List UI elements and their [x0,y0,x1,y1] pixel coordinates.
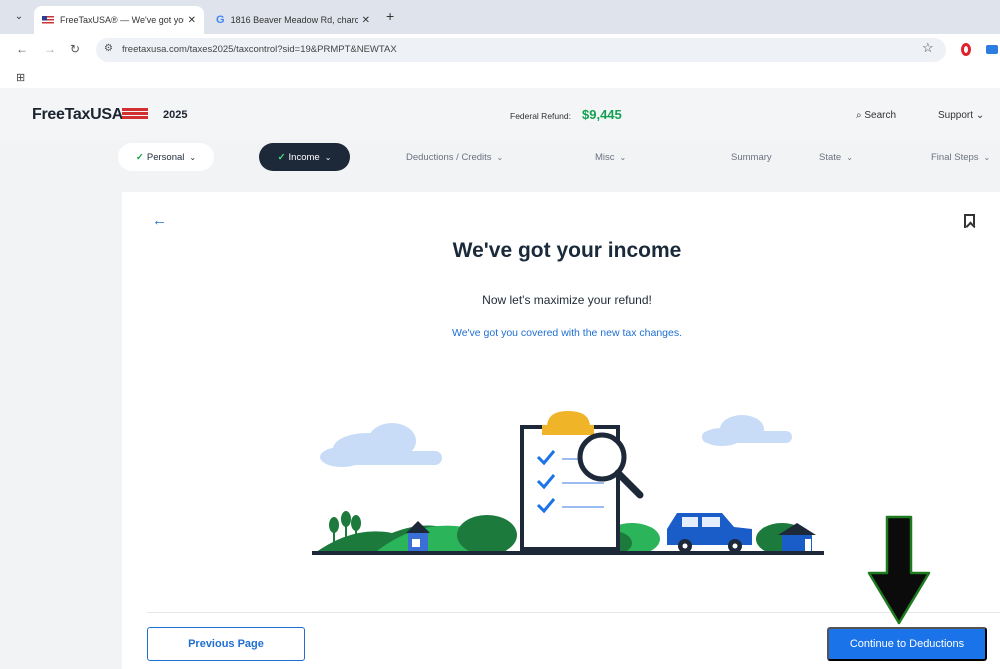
new-tab-icon[interactable]: + [386,8,394,24]
url-text[interactable]: freetaxusa.com/taxes2025/taxcontrol?sid=… [122,44,397,55]
step-label: Summary [731,151,772,163]
forward-icon[interactable]: → [44,42,56,56]
chevron-down-icon: ⌄ [619,152,627,162]
tab-title: FreeTaxUSA® — We've got you [60,15,184,25]
tab-search-chevron-icon[interactable]: ⌄ [10,8,28,26]
support-label: Support [938,110,974,121]
site-settings-icon[interactable]: ⚙ [104,43,113,54]
step-deductions-credits[interactable]: Deductions / Credits ⌄ [406,143,503,171]
bookmarks-bar: ⊞ [0,66,1000,88]
chevron-down-icon: ⌄ [975,110,985,121]
refund-value: $9,445 [582,107,622,122]
apps-grid-icon[interactable]: ⊞ [16,71,25,84]
income-illustration [312,411,824,555]
browser-address-bar: ← → ↻ ⚙ freetaxusa.com/taxes2025/taxcont… [0,34,1000,66]
page-subtitle: Now let's maximize your refund! [482,293,652,307]
bookmark-icon[interactable] [964,214,975,228]
chevron-down-icon: ⌄ [189,152,197,162]
page-title: We've got your income [452,239,682,262]
step-state[interactable]: State ⌄ [819,143,853,171]
opera-extension-icon[interactable] [961,43,971,56]
us-flag-icon [42,15,54,25]
support-menu[interactable]: Support ⌄ [938,110,984,121]
step-label: Misc [595,151,615,163]
bookmark-star-icon[interactable]: ☆ [922,40,934,56]
search-label: Search [864,110,897,121]
step-label: Personal [146,151,185,163]
refund-label: Federal Refund: [510,111,571,121]
previous-page-button[interactable]: Previous Page [147,627,305,661]
step-income[interactable]: ✓ Income ⌄ [259,143,350,171]
step-personal[interactable]: ✓ Personal ⌄ [118,143,214,171]
tab-close-icon[interactable]: ✕ [362,15,370,26]
step-misc[interactable]: Misc ⌄ [595,143,626,171]
step-label: State [819,151,842,163]
reload-icon[interactable]: ↻ [70,42,80,56]
search-button[interactable]: ⌕ Search [856,110,896,121]
chevron-down-icon: ⌄ [983,152,991,162]
chevron-down-icon: ⌄ [846,152,853,162]
tab-close-icon[interactable]: ✕ [188,15,196,26]
browser-tab-inactive[interactable]: G 1816 Beaver Meadow Rd, charc ✕ [208,6,378,34]
browser-tab-bar: ⌄ FreeTaxUSA® — We've got you ✕ G 1816 B… [0,0,1000,34]
continue-to-deductions-button[interactable]: Continue to Deductions [827,627,987,661]
chevron-down-icon: ⌄ [496,152,504,162]
app-header: FreeTaxUSA 2025 Federal Refund: $9,445 ⌕… [0,88,1000,140]
step-navigation: ✓ Personal ⌄ ✓ Income ⌄ Deductions / Cre… [0,140,1000,174]
step-final-steps[interactable]: Final Steps ⌄ [931,143,990,171]
down-arrow-annotation-icon [867,515,931,625]
checkmark-icon: ✓ [135,151,144,163]
chevron-down-icon: ⌄ [324,152,332,162]
tax-changes-link[interactable]: We've got you covered with the new tax c… [122,327,1000,339]
step-label: Deductions / Credits [406,151,492,163]
step-summary[interactable]: Summary [731,143,772,171]
tab-title: 1816 Beaver Meadow Rd, charc [230,15,358,25]
back-arrow-icon[interactable]: ← [152,212,167,229]
logo-flag-icon [122,108,148,120]
step-label: Income [288,151,320,163]
tax-year: 2025 [163,109,188,121]
browser-tab-active[interactable]: FreeTaxUSA® — We've got you ✕ [34,6,204,34]
url-field[interactable]: ⚙ freetaxusa.com/taxes2025/taxcontrol?si… [96,38,946,62]
extension-icon[interactable] [986,45,998,54]
logo[interactable]: FreeTaxUSA [32,106,123,124]
checkmark-icon: ✓ [277,151,286,163]
google-icon: G [216,14,225,26]
back-icon[interactable]: ← [16,42,28,56]
step-label: Final Steps [931,151,979,163]
